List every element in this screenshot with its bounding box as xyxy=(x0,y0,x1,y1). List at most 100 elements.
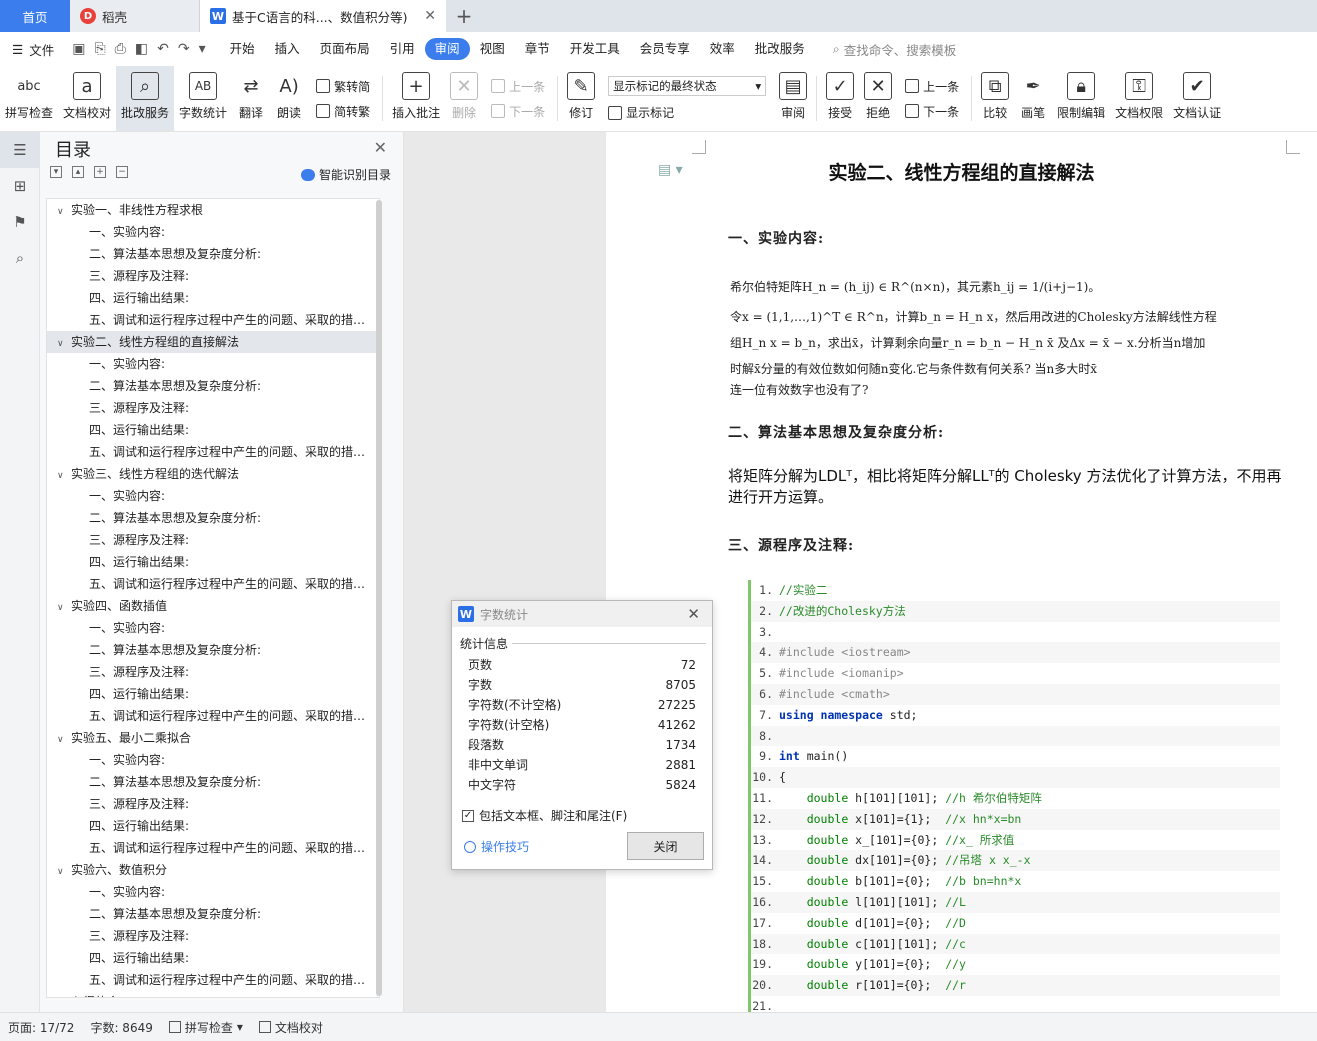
compare-button[interactable]: ⧉ 比较 xyxy=(976,66,1014,131)
new-tab-button[interactable]: + xyxy=(446,0,482,32)
accept-button[interactable]: ✓ 接受 xyxy=(821,66,859,131)
prev-change-button[interactable]: 上一条 xyxy=(905,78,959,95)
markup-select[interactable]: 显示标记的最终状态 ▾ xyxy=(608,76,767,96)
next-change-button[interactable]: 下一条 xyxy=(905,103,959,120)
chevron-down-icon[interactable]: ▾ xyxy=(199,41,206,57)
read-aloud-button[interactable]: A) 朗读 xyxy=(270,66,308,131)
menu-item[interactable]: 开发工具 xyxy=(560,38,630,60)
doc-proofread-toggle[interactable]: 文档校对 xyxy=(251,1019,331,1036)
menu-item[interactable]: 引用 xyxy=(380,38,425,60)
toc-section-item[interactable]: 三、源程序及注释: xyxy=(47,661,379,683)
toc-scroll-thumb[interactable] xyxy=(376,200,382,996)
toc-section-item[interactable]: 一、实验内容: xyxy=(47,353,379,375)
toc-section-item[interactable]: 四、运行输出结果: xyxy=(47,947,379,969)
chevron-down-icon[interactable]: ∨ xyxy=(57,465,71,485)
tips-link[interactable]: 操作技巧 xyxy=(464,838,529,855)
menu-item[interactable]: 章节 xyxy=(515,38,560,60)
tab-document[interactable]: W 基于C语言的科...、数值积分等) ✕ xyxy=(200,0,446,32)
spell-check-button[interactable]: abc 拼写检查 xyxy=(0,66,58,131)
toc-section-item[interactable]: 二、算法基本思想及复杂度分析: xyxy=(47,639,379,661)
toc-scrollbar[interactable] xyxy=(376,200,382,996)
menu-item[interactable]: 开始 xyxy=(220,38,265,60)
collapse-all-icon[interactable]: ▾ xyxy=(50,166,62,178)
toc-section-item[interactable]: 三、源程序及注释: xyxy=(47,793,379,815)
toc-section-item[interactable]: 四、运行输出结果: xyxy=(47,815,379,837)
close-button[interactable]: 关闭 xyxy=(627,832,704,860)
search-icon[interactable]: ⌕ xyxy=(0,240,40,276)
toc-section-item[interactable]: 五、调试和运行程序过程中产生的问题、采取的措施… xyxy=(47,705,379,727)
smart-toc-button[interactable]: 智能识别目录 xyxy=(300,166,391,183)
toc-section-item[interactable]: 三、源程序及注释: xyxy=(47,925,379,947)
undo-icon[interactable]: ↶ xyxy=(157,41,169,57)
navigation-icon[interactable]: ⊞ xyxy=(0,168,40,204)
chevron-down-icon[interactable]: ∨ xyxy=(57,729,71,749)
toc-section-item[interactable]: 三、源程序及注释: xyxy=(47,265,379,287)
toc-section-item[interactable]: 四、运行输出结果: xyxy=(47,419,379,441)
toc-section-item[interactable]: 五、调试和运行程序过程中产生的问题、采取的措施… xyxy=(47,969,379,991)
track-changes-button[interactable]: ✎ 修订 xyxy=(562,66,600,131)
word-count-indicator[interactable]: 字数: 8649 xyxy=(82,1019,160,1036)
toc-section-item[interactable]: 五、调试和运行程序过程中产生的问题、采取的措施… xyxy=(47,837,379,859)
toc-chapter-item[interactable]: ∨ 实验二、线性方程组的直接解法 xyxy=(47,331,379,353)
delete-comment-button[interactable]: ✕ 删除 xyxy=(445,66,483,131)
doc-certify-button[interactable]: ✔ 文档认证 xyxy=(1168,66,1226,131)
redo-icon[interactable]: ↷ xyxy=(178,41,190,57)
word-count-button[interactable]: AB 字数统计 xyxy=(174,66,232,131)
translate-button[interactable]: ⇄ 翻译 xyxy=(232,66,270,131)
reject-button[interactable]: ✕ 拒绝 xyxy=(859,66,897,131)
tab-home[interactable]: 首页 xyxy=(0,0,70,32)
menu-item[interactable]: 会员专享 xyxy=(630,38,700,60)
add-heading-icon[interactable]: + xyxy=(94,166,106,178)
tab-close-icon[interactable]: ✕ xyxy=(424,8,436,24)
menu-item[interactable]: 插入 xyxy=(265,38,310,60)
command-search[interactable]: ⌕ 查找命令、搜索模板 xyxy=(833,40,957,59)
chevron-down-icon[interactable]: ∨ xyxy=(57,861,71,881)
toc-section-item[interactable]: 二、算法基本思想及复杂度分析: xyxy=(47,375,379,397)
pen-button[interactable]: ✒ 画笔 xyxy=(1014,66,1052,131)
close-icon[interactable]: ✕ xyxy=(687,605,706,623)
chevron-down-icon[interactable]: ∨ xyxy=(57,597,71,617)
file-menu[interactable]: ☰ 文件 xyxy=(0,40,64,59)
include-textbox-checkbox[interactable]: ✓ 包括文本框、脚注和尾注(F) xyxy=(462,807,627,824)
review-pane-button[interactable]: ▤ 审阅 xyxy=(774,66,812,131)
toc-chapter-item[interactable]: ∨ 实验四、函数插值 xyxy=(47,595,379,617)
toc-chapter-item[interactable]: ∨ 实验六、数值积分 xyxy=(47,859,379,881)
chevron-down-icon[interactable]: ∨ xyxy=(57,333,71,353)
toc-section-item[interactable]: 四、运行输出结果: xyxy=(47,287,379,309)
toc-section-item[interactable]: 二、算法基本思想及复杂度分析: xyxy=(47,243,379,265)
prev-comment-button[interactable]: 上一条 xyxy=(491,78,545,95)
print-preview-icon[interactable]: ◧ xyxy=(135,41,148,57)
grading-service-button[interactable]: ⌕ 批改服务 xyxy=(116,66,175,131)
toc-section-item[interactable]: 一、实验内容: xyxy=(47,617,379,639)
print-icon[interactable]: ⎙ xyxy=(115,41,126,57)
trad-to-simp-button[interactable]: 繁转简 xyxy=(316,78,370,95)
restrict-editing-button[interactable]: 🔒︎ 限制编辑 xyxy=(1052,66,1110,131)
chevron-down-icon[interactable]: ∨ xyxy=(57,993,71,997)
spell-check-toggle[interactable]: 拼写检查 ▾ xyxy=(161,1019,251,1036)
export-pdf-icon[interactable]: ⎘ xyxy=(94,41,105,57)
toc-chapter-item[interactable]: ∨心得体会 xyxy=(47,991,379,997)
toc-section-item[interactable]: 五、调试和运行程序过程中产生的问题、采取的措施… xyxy=(47,441,379,463)
toc-section-item[interactable]: 三、源程序及注释: xyxy=(47,529,379,551)
close-icon[interactable]: ✕ xyxy=(374,138,387,157)
toc-section-item[interactable]: 四、运行输出结果: xyxy=(47,683,379,705)
toc-section-item[interactable]: 二、算法基本思想及复杂度分析: xyxy=(47,771,379,793)
toc-section-item[interactable]: 三、源程序及注释: xyxy=(47,397,379,419)
menu-item[interactable]: 视图 xyxy=(470,38,515,60)
insert-comment-button[interactable]: + 插入批注 xyxy=(387,66,445,131)
markup-select-box[interactable]: 显示标记的最终状态 ▾ xyxy=(608,76,767,96)
toc-section-item[interactable]: 五、调试和运行程序过程中产生的问题、采取的措施… xyxy=(47,573,379,595)
save-icon[interactable]: ▣ xyxy=(72,41,85,57)
toc-panel-icon[interactable]: ☰ xyxy=(0,132,40,168)
chevron-down-icon[interactable]: ∨ xyxy=(57,201,71,221)
toc-section-item[interactable]: 一、实验内容: xyxy=(47,221,379,243)
toc-section-item[interactable]: 四、运行输出结果: xyxy=(47,551,379,573)
toc-chapter-item[interactable]: ∨ 实验五、最小二乘拟合 xyxy=(47,727,379,749)
page-indicator[interactable]: 页面: 17/72 xyxy=(0,1019,82,1036)
doc-proofread-button[interactable]: a 文档校对 xyxy=(58,66,116,131)
menu-item[interactable]: 效率 xyxy=(700,38,745,60)
menu-item[interactable]: 批改服务 xyxy=(745,38,815,60)
toc-section-item[interactable]: 五、调试和运行程序过程中产生的问题、采取的措施… xyxy=(47,309,379,331)
toc-section-item[interactable]: 一、实验内容: xyxy=(47,749,379,771)
doc-permission-button[interactable]: ⚿ 文档权限 xyxy=(1110,66,1168,131)
